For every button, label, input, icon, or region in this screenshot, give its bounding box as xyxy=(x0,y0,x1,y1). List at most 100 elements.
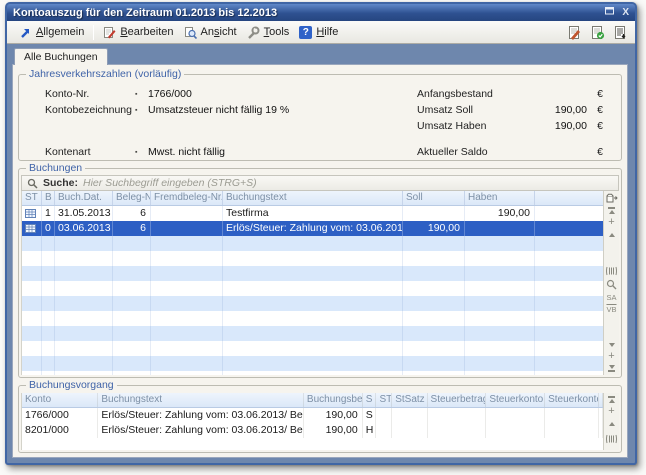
stb-cell xyxy=(428,408,487,423)
bel-cell: 6 xyxy=(113,221,151,236)
document-check-icon[interactable] xyxy=(590,25,605,40)
vb-button[interactable]: VB xyxy=(606,305,616,314)
table-row[interactable]: 131.05.20136Testfirma190,00 xyxy=(22,206,603,221)
empty-row xyxy=(22,296,603,311)
soll-cell xyxy=(403,206,465,221)
bel-cell xyxy=(113,356,151,371)
tools-wrench-icon xyxy=(247,26,260,39)
scroll-down-button[interactable] xyxy=(606,352,618,361)
field-umsatz-haben: Umsatz Haben 190,00 € xyxy=(417,118,603,134)
tab-alle-buchungen[interactable]: Alle Buchungen xyxy=(14,48,108,65)
table-row[interactable]: 1766/000Erlös/Steuer: Zahlung vom: 03.06… xyxy=(22,408,603,423)
b-cell xyxy=(42,311,55,326)
dat-cell xyxy=(55,311,113,326)
prev-row-button[interactable] xyxy=(606,419,618,428)
fill-cell xyxy=(535,296,603,311)
search-bar[interactable]: Suche: Hier Suchbegriff eingeben (STRG+S… xyxy=(21,175,619,191)
st-cell xyxy=(22,326,42,341)
txt-cell xyxy=(223,356,403,371)
last-row-button[interactable] xyxy=(606,364,618,373)
column-export-icon[interactable] xyxy=(606,193,618,203)
col-header-belegnr[interactable]: Beleg-Nr. xyxy=(113,191,151,205)
col-header-fremdbelegnr[interactable]: Fremdbeleg-Nr. xyxy=(151,191,223,205)
edit-note-icon xyxy=(103,26,116,39)
document-export-icon[interactable] xyxy=(613,25,628,40)
hab-cell xyxy=(465,236,535,251)
close-window-button[interactable]: X xyxy=(622,7,629,19)
col-header-steuerbetrag[interactable]: Steuerbetrag xyxy=(428,393,487,407)
next-row-button[interactable] xyxy=(606,340,618,349)
column-settings-icon[interactable] xyxy=(606,434,617,444)
col-header-buchdat[interactable]: Buch.Dat. xyxy=(55,191,113,205)
fre-cell xyxy=(151,281,223,296)
help-icon xyxy=(299,26,312,39)
col-header-buchungstext[interactable]: Buchungstext xyxy=(98,393,304,407)
menu-bearbeiten[interactable]: Bearbeiten xyxy=(98,24,178,41)
txt-cell: Erlös/Steuer: Zahlung vom: 03.06.2013/ B… xyxy=(223,221,403,236)
soll-cell xyxy=(403,371,465,375)
col-header-buchungstext[interactable]: Buchungstext xyxy=(223,191,403,205)
menu-allgemein[interactable]: Allgemein xyxy=(14,24,89,41)
tab-strip: Alle Buchungen xyxy=(12,48,628,64)
zoom-rows-icon[interactable] xyxy=(606,279,617,290)
column-settings-icon[interactable] xyxy=(606,266,617,276)
col-header-st[interactable]: ST xyxy=(376,393,392,407)
table-row[interactable]: 003.06.20136Erlös/Steuer: Zahlung vom: 0… xyxy=(22,221,603,236)
fre-cell xyxy=(151,221,223,236)
fill-cell xyxy=(535,206,603,221)
st-cell xyxy=(22,371,42,375)
search-icon xyxy=(27,178,38,189)
first-row-button[interactable] xyxy=(606,206,618,215)
title-bar[interactable]: Kontoauszug für den Zeitraum 01.2013 bis… xyxy=(7,4,635,21)
txt-cell xyxy=(223,281,403,296)
col-header-s[interactable]: S xyxy=(363,393,377,407)
bookings-group: Buchungen Suche: Hier Suchbegriff eingeb… xyxy=(18,168,622,378)
booking-type-icon xyxy=(22,206,42,221)
window-title: Kontoauszug für den Zeitraum 01.2013 bis… xyxy=(13,7,604,19)
col-header-konto[interactable]: Konto xyxy=(22,393,98,407)
scroll-up-button[interactable] xyxy=(606,407,618,416)
menu-ansicht[interactable]: Ansicht xyxy=(179,24,242,41)
empty-row xyxy=(22,266,603,281)
col-header-soll[interactable]: Soll xyxy=(403,191,465,205)
col-header-steuerkonto1[interactable]: Steuerkonto 1 xyxy=(486,393,545,407)
col-header-b[interactable]: B xyxy=(42,191,55,205)
txt-cell: Erlös/Steuer: Zahlung vom: 03.06.2013/ B… xyxy=(98,408,304,423)
summary-left-column: Konto-Nr. 1766/000 Kontobezeichnung Umsa… xyxy=(45,86,289,160)
hab-cell xyxy=(465,266,535,281)
transaction-group-title: Buchungsvorgang xyxy=(26,379,117,392)
col-header-buchungsbetrag[interactable]: Buchungsbetrag xyxy=(304,393,363,407)
fre-cell xyxy=(151,326,223,341)
b-cell: 0 xyxy=(42,221,55,236)
table-row[interactable]: 8201/000Erlös/Steuer: Zahlung vom: 03.06… xyxy=(22,423,603,438)
dat-cell xyxy=(55,296,113,311)
st-cell xyxy=(376,408,392,423)
col-header-st[interactable]: ST xyxy=(22,191,42,205)
search-input[interactable]: Hier Suchbegriff eingeben (STRG+S) xyxy=(83,177,257,189)
first-row-button[interactable] xyxy=(606,395,618,404)
field-anfangsbestand: Anfangsbestand € xyxy=(417,86,603,102)
scroll-up-button[interactable] xyxy=(606,218,618,227)
menu-hilfe[interactable]: Hilfe xyxy=(294,24,343,41)
field-marker-icon xyxy=(135,149,148,156)
col-header-steuerkonto2[interactable]: Steuerkonto 2 xyxy=(545,393,599,407)
menu-tools[interactable]: Tools xyxy=(242,24,295,41)
sa-button[interactable]: SA xyxy=(606,293,616,302)
bel-cell xyxy=(113,341,151,356)
b-cell xyxy=(42,341,55,356)
restore-window-icon[interactable] xyxy=(604,5,615,20)
document-edit-icon[interactable] xyxy=(567,25,582,40)
bel-cell xyxy=(113,251,151,266)
bel-cell xyxy=(113,281,151,296)
fill-cell xyxy=(535,236,603,251)
bel-cell xyxy=(113,311,151,326)
transaction-table: Konto Buchungstext Buchungsbetrag S ST S… xyxy=(21,393,603,450)
summary-right-column: Anfangsbestand € Umsatz Soll 190,00 € Um… xyxy=(417,86,603,160)
field-konto-nr: Konto-Nr. 1766/000 xyxy=(45,86,289,102)
col-header-stsatz[interactable]: StSatz xyxy=(392,393,427,407)
soll-cell xyxy=(403,281,465,296)
prev-row-button[interactable] xyxy=(606,230,618,239)
menu-bar: Allgemein Bearbeiten Ansicht Tools Hilfe xyxy=(7,21,635,44)
txt-cell xyxy=(223,326,403,341)
col-header-haben[interactable]: Haben xyxy=(465,191,535,205)
